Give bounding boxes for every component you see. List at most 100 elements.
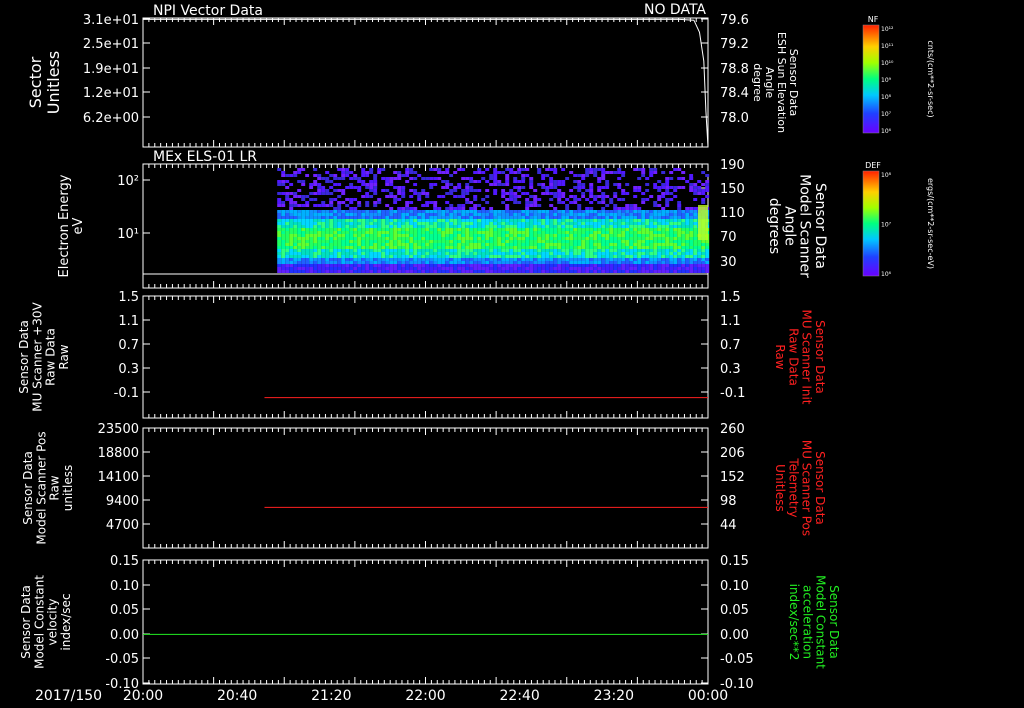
heatmap-cell [569,210,574,213]
heatmap-cell [601,249,606,252]
heatmap-cell [369,189,374,192]
heatmap-cell [689,231,694,234]
heatmap-cell [409,240,414,243]
heatmap-cell [553,222,558,225]
heatmap-cell [425,186,430,189]
heatmap-cell [321,189,326,192]
heatmap-cell [385,264,390,267]
heatmap-cell [369,216,374,219]
heatmap-cell [677,243,682,246]
heatmap-cell [661,267,666,270]
heatmap-cell [301,222,306,225]
heatmap-cell [505,177,510,180]
heatmap-cell [673,222,678,225]
heatmap-cell [545,213,550,216]
heatmap-cell [397,249,402,252]
heatmap-cell [277,210,282,213]
heatmap-cell [517,195,522,198]
heatmap-cell [377,258,382,261]
heatmap-cell [437,240,442,243]
heatmap-cell [373,264,378,267]
heatmap-cell [321,204,326,207]
heatmap-cell [301,219,306,222]
heatmap-cell [601,207,606,210]
heatmap-cell [477,258,482,261]
heatmap-cell [553,180,558,183]
heatmap-cell [533,213,538,216]
heatmap-cell [557,201,562,204]
heatmap-cell [297,246,302,249]
heatmap-cell [325,255,330,258]
heatmap-cell [565,195,570,198]
heatmap-cell [613,219,618,222]
heatmap-cell [313,192,318,195]
heatmap-cell [429,261,434,264]
heatmap-cell [457,216,462,219]
sun-elevation-line [143,18,709,148]
heatmap-cell [605,180,610,183]
heatmap-cell [613,225,618,228]
heatmap-cell [281,252,286,255]
heatmap-cell [429,264,434,267]
heatmap-cell [645,240,650,243]
heatmap-cell [517,219,522,222]
heatmap-cell [289,216,294,219]
heatmap-cell [349,255,354,258]
heatmap-cell [297,225,302,228]
heatmap-cell [693,243,698,246]
heatmap-cell [633,270,638,273]
heatmap-cell [697,189,702,192]
heatmap-cell [657,267,662,270]
heatmap-cell [441,198,446,201]
heatmap-cell [609,243,614,246]
heatmap-cell [501,228,506,231]
heatmap-cell [661,258,666,261]
heatmap-cell [637,228,642,231]
heatmap-cell [325,222,330,225]
heatmap-cell [453,261,458,264]
heatmap-cell [541,234,546,237]
heatmap-cell [537,225,542,228]
heatmap-cell [381,222,386,225]
heatmap-cell [561,264,566,267]
heatmap-cell [669,240,674,243]
heatmap-cell [541,267,546,270]
heatmap-cell [493,216,498,219]
heatmap-cell [445,222,450,225]
heatmap-cell [597,246,602,249]
heatmap-cell [545,249,550,252]
heatmap-cell [397,219,402,222]
heatmap-cell [517,249,522,252]
left-axis-title: Raw Data [44,328,58,386]
heatmap-cell [469,249,474,252]
heatmap-cell [609,198,614,201]
heatmap-cell [465,186,470,189]
heatmap-cell [509,249,514,252]
heatmap-cell [569,237,574,240]
heatmap-cell [625,231,630,234]
heatmap-cell [513,216,518,219]
heatmap-cell [565,231,570,234]
heatmap-cell [489,183,494,186]
heatmap-cell [645,270,650,273]
heatmap-cell [529,177,534,180]
heatmap-cell [489,201,494,204]
heatmap-cell [341,246,346,249]
heatmap-cell [425,204,430,207]
heatmap-cell [501,270,506,273]
left-tick-label: 0.3 [118,362,139,377]
heatmap-cell [313,264,318,267]
heatmap-cell [405,180,410,183]
heatmap-cell [305,231,310,234]
heatmap-cell [637,237,642,240]
heatmap-cell [353,177,358,180]
heatmap-cell [621,213,626,216]
heatmap-cell [461,264,466,267]
heatmap-cell [681,219,686,222]
heatmap-cell [565,240,570,243]
heatmap-cell [445,219,450,222]
right-axis-title: Raw Data [786,328,800,386]
heatmap-cell [469,237,474,240]
heatmap-cell [629,240,634,243]
heatmap-cell [329,228,334,231]
